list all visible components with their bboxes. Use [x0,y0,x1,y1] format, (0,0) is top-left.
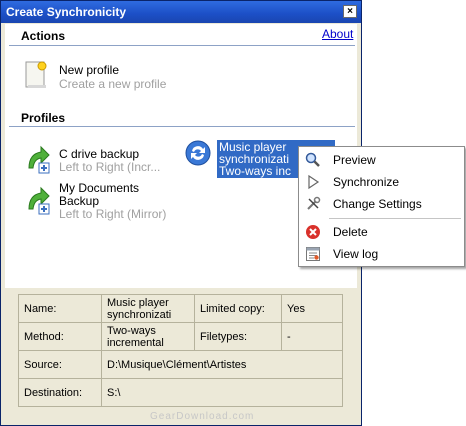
green-arrow-plus-icon [28,145,50,174]
menu-label: View log [333,247,379,261]
menu-item-delete[interactable]: Delete [299,221,464,243]
limited-copy-label: Limited copy: [194,294,282,323]
method-label: Method: [18,322,102,351]
destination-value: S:\ [101,378,343,407]
menu-label: Synchronize [333,175,400,189]
new-profile-action[interactable]: New profile Create a new profile [21,59,171,93]
delete-icon [306,225,320,239]
menu-label: Delete [333,225,368,239]
name-value: Music player synchronizati [101,294,195,323]
menu-item-view-log[interactable]: View log [299,243,464,265]
new-profile-title: New profile [59,63,120,77]
new-document-icon [25,61,47,88]
name-value-line1: Music player [107,296,169,309]
filetypes-label: Filetypes: [194,322,282,351]
tools-icon [307,196,321,210]
name-value-line2: synchronizati [107,308,172,321]
about-link[interactable]: About [322,27,353,41]
profile-name: C drive backup [59,147,140,161]
method-value-line2: incremental [107,336,164,349]
green-arrow-plus-icon [28,186,50,215]
filetypes-value: - [281,322,343,351]
profile-item[interactable]: C drive backup Left to Right (Incr... [23,144,173,176]
menu-item-change-settings[interactable]: Change Settings [299,193,464,215]
actions-divider [9,45,355,46]
two-way-sync-icon[interactable] [185,140,211,166]
profile-details-table: Name: Music player synchronizati Limited… [18,294,343,407]
menu-label: Preview [333,153,376,167]
limited-copy-value: Yes [281,294,343,323]
source-label: Source: [18,350,102,379]
watermark: GearDownload.com [150,411,255,422]
menu-label: Change Settings [333,197,422,211]
method-value-line1: Two-ways [107,324,156,337]
play-icon [308,174,320,190]
profile-name-line2: Backup [59,194,100,208]
actions-heading: Actions [21,29,66,43]
name-label: Name: [18,294,102,323]
profiles-heading: Profiles [21,111,66,125]
source-value: D:\Musique\Clément\Artistes [101,350,343,379]
destination-label: Destination: [18,378,102,407]
title-bar[interactable]: Create Synchronicity × [1,1,361,23]
menu-separator [329,218,461,219]
context-menu: Preview Synchronize Change Settings Dele… [298,146,465,267]
profile-method: Left to Right (Mirror) [59,207,167,221]
profile-item[interactable]: My Documents Backup Left to Right (Mirro… [23,179,183,223]
window-title: Create Synchronicity [6,5,127,19]
magnifier-icon [305,152,320,167]
close-button[interactable]: × [343,5,357,18]
profile-method: Left to Right (Incr... [59,160,161,174]
log-icon [306,247,320,261]
menu-item-synchronize[interactable]: Synchronize [299,171,464,193]
new-profile-subtitle: Create a new profile [59,77,167,91]
menu-item-preview[interactable]: Preview [299,149,464,171]
method-value: Two-ways incremental [101,322,195,351]
profile-method: Two-ways inc [219,164,292,178]
details-panel: Name: Music player synchronizati Limited… [5,290,357,418]
profiles-divider [9,126,355,127]
profile-name: My Documents [59,181,140,195]
